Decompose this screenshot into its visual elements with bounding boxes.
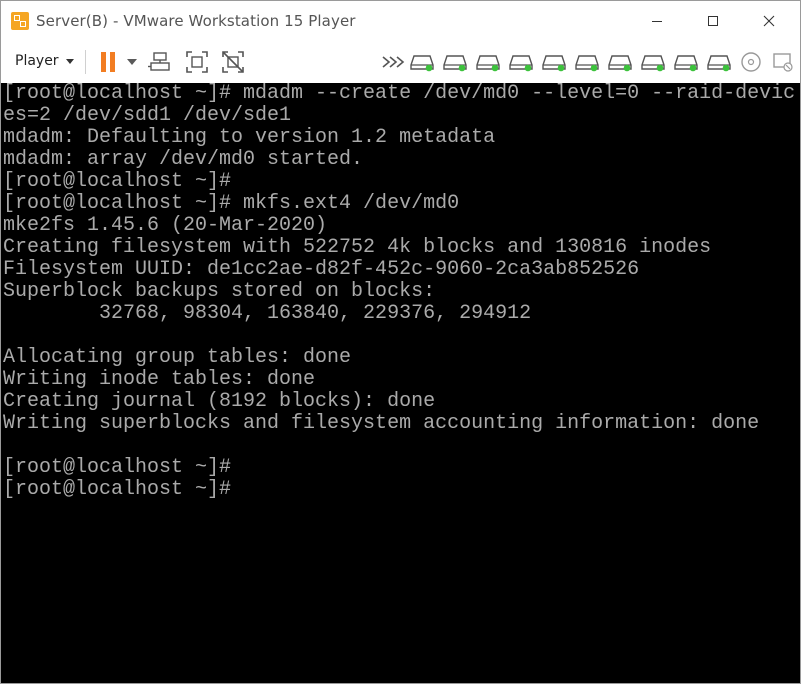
console-line: es=2 /dev/sdd1 /dev/sde1 [3, 104, 292, 127]
hard-disk-icon[interactable] [410, 50, 436, 74]
hard-disk-icon[interactable] [707, 50, 733, 74]
maximize-icon [708, 16, 718, 26]
console-line: 32768, 98304, 163840, 229376, 294912 [3, 302, 532, 325]
power-options-dropdown-icon[interactable] [127, 59, 137, 65]
player-menu-label: Player [15, 53, 59, 69]
console-line: Filesystem UUID: de1cc2ae-d82f-452c-9060… [3, 258, 640, 281]
window-title: Server(B) - VMware Workstation 15 Player [36, 12, 356, 30]
console-line: mdadm: Defaulting to version 1.2 metadat… [3, 126, 496, 149]
player-menu-button[interactable]: Player [6, 48, 78, 74]
unity-mode-icon[interactable] [220, 49, 246, 75]
console-line: Superblock backups stored on blocks: [3, 280, 436, 303]
close-button[interactable] [746, 1, 792, 41]
maximize-button[interactable] [690, 1, 736, 41]
pause-icon[interactable] [96, 49, 122, 75]
console-line: [root@localhost ~]# [3, 170, 232, 193]
full-screen-icon[interactable] [184, 49, 210, 75]
console-line: mke2fs 1.45.6 (20-Mar-2020) [3, 214, 328, 237]
hard-disk-icon[interactable] [443, 50, 469, 74]
close-icon [763, 15, 775, 27]
hard-disk-icon[interactable] [509, 50, 535, 74]
console-line: Writing inode tables: done [3, 368, 316, 391]
minimize-button[interactable] [634, 1, 680, 41]
console-line: Creating filesystem with 522752 4k block… [3, 236, 712, 259]
console-line: Creating journal (8192 blocks): done [3, 390, 436, 413]
toolbar-separator [85, 50, 86, 74]
send-ctrl-alt-del-icon[interactable] [148, 49, 174, 75]
hard-disk-icon[interactable] [641, 50, 667, 74]
console-line: [root@localhost ~]# mkfs.ext4 /dev/md0 [3, 192, 460, 215]
console-line: Writing superblocks and filesystem accou… [3, 412, 760, 435]
console-line: mdadm: array /dev/md0 started. [3, 148, 364, 171]
hard-disk-icon[interactable] [608, 50, 634, 74]
console-line: [root@localhost ~]# [3, 456, 232, 479]
vmware-app-icon [11, 12, 29, 30]
cd-dvd-icon[interactable] [739, 50, 765, 74]
removable-device-icon[interactable] [771, 50, 797, 74]
title-bar[interactable]: Server(B) - VMware Workstation 15 Player [1, 1, 800, 41]
hard-disk-icon[interactable] [575, 50, 601, 74]
hard-disk-icon[interactable] [674, 50, 700, 74]
hard-disk-icon[interactable] [476, 50, 502, 74]
more-devices-icon[interactable] [379, 49, 405, 75]
chevron-down-icon [65, 58, 74, 64]
console-line: Allocating group tables: done [3, 346, 352, 369]
vm-console[interactable]: [root@localhost ~]# mdadm --create /dev/… [1, 83, 800, 683]
console-line: [root@localhost ~]# [3, 478, 232, 501]
minimize-icon [652, 21, 662, 22]
console-line: [root@localhost ~]# mdadm --create /dev/… [3, 83, 796, 105]
vmware-player-window: Server(B) - VMware Workstation 15 Player… [0, 0, 801, 684]
toolbar: Player [1, 41, 800, 84]
hard-disk-icon[interactable] [542, 50, 568, 74]
